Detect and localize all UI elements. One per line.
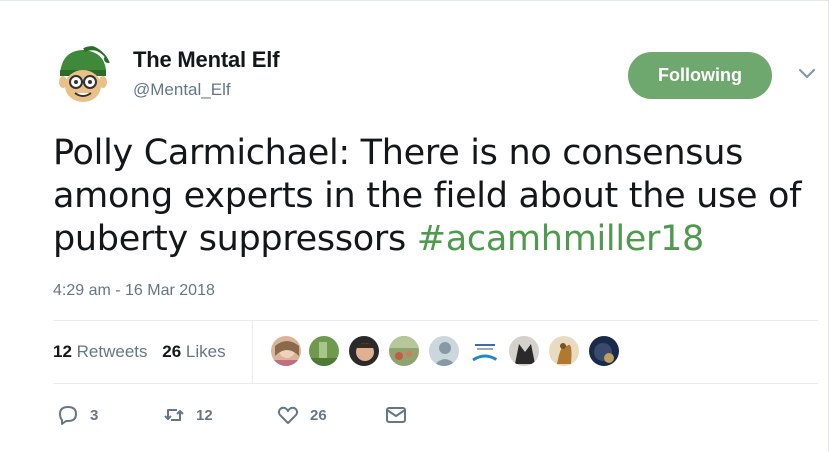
- envelope-icon: [386, 407, 406, 423]
- liker-avatar[interactable]: [270, 335, 302, 367]
- tweet-text: Polly Carmichael: There is no consensus …: [53, 132, 813, 261]
- elf-avatar-icon: [52, 44, 112, 104]
- divider: [252, 320, 253, 383]
- hashtag-link[interactable]: #acamhmiller18: [417, 219, 705, 259]
- liker-avatar[interactable]: [508, 335, 540, 367]
- retweets-label: Retweets: [76, 342, 148, 361]
- author-avatar[interactable]: [52, 44, 112, 104]
- divider: [53, 320, 818, 321]
- tweet-timestamp[interactable]: 4:29 am - 16 Mar 2018: [53, 282, 215, 300]
- liker-avatar[interactable]: [588, 335, 620, 367]
- retweets-stat[interactable]: 12 Retweets: [53, 342, 148, 361]
- heart-icon: [277, 406, 299, 424]
- likes-stat[interactable]: 26 Likes: [162, 342, 225, 361]
- reply-count: 3: [90, 406, 99, 424]
- engagement-stats: 12 Retweets 26 Likes: [53, 342, 236, 362]
- like-button[interactable]: 26: [276, 403, 327, 427]
- liker-avatar[interactable]: [348, 335, 380, 367]
- liker-avatar[interactable]: [308, 335, 340, 367]
- author-name[interactable]: The Mental Elf: [133, 47, 280, 73]
- like-count: 26: [310, 406, 327, 424]
- liker-avatar[interactable]: [388, 335, 420, 367]
- retweets-count: 12: [53, 342, 72, 361]
- message-button[interactable]: [384, 403, 408, 427]
- likes-label: Likes: [185, 342, 226, 361]
- following-button[interactable]: Following: [628, 52, 772, 99]
- divider: [53, 383, 818, 384]
- author-handle[interactable]: @Mental_Elf: [133, 80, 231, 100]
- retweet-button[interactable]: 12: [162, 403, 213, 427]
- retweet-icon: [164, 409, 184, 421]
- retweet-count: 12: [196, 406, 213, 424]
- likes-count: 26: [162, 342, 182, 361]
- reply-button[interactable]: 3: [56, 403, 98, 427]
- liker-avatar[interactable]: [428, 335, 460, 367]
- liker-avatar[interactable]: [468, 335, 500, 367]
- chevron-down-icon[interactable]: [796, 66, 818, 82]
- reply-icon: [59, 406, 77, 425]
- liker-avatar[interactable]: [548, 335, 580, 367]
